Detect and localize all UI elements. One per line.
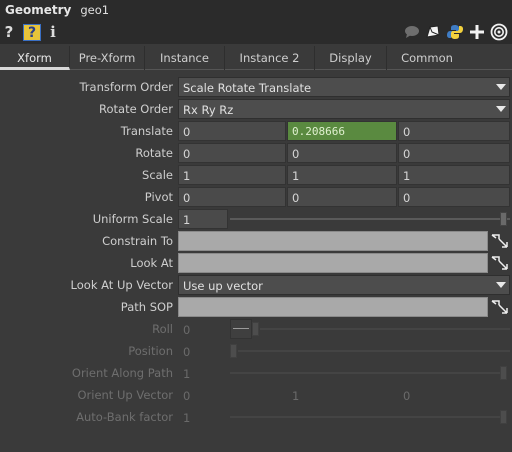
translate-y-field[interactable]: 0.208666	[287, 121, 397, 141]
transform-order-value: Scale Rotate Translate	[183, 81, 312, 95]
position-slider-handle[interactable]	[230, 344, 237, 358]
orient-along-path-field[interactable]: 1	[178, 363, 228, 383]
look-at-field[interactable]	[178, 253, 488, 273]
rotate-label: Rotate	[135, 146, 173, 160]
uniform-scale-slider[interactable]	[230, 218, 510, 220]
scale-y-field[interactable]: 1	[287, 165, 397, 185]
rotate-order-value: Rx Ry Rz	[183, 103, 234, 117]
operator-link-icon[interactable]	[490, 298, 510, 316]
constrain-to-field[interactable]	[178, 231, 488, 251]
uniform-scale-field[interactable]: 1	[178, 209, 228, 229]
rotate-z-field[interactable]: 0	[398, 143, 510, 163]
operator-help-icon[interactable]: ?	[23, 24, 41, 41]
param-look-at: Look At	[0, 252, 512, 274]
param-position: Position 0	[0, 340, 512, 362]
param-look-at-up-vector: Look At Up Vector Use up vector	[0, 274, 512, 296]
chevron-down-icon	[496, 106, 506, 112]
tab-pre-xform[interactable]: Pre-Xform	[70, 46, 145, 70]
toolbar: ? ? i	[0, 20, 512, 44]
auto-bank-factor-slider-handle[interactable]	[500, 410, 507, 424]
operator-link-icon[interactable]	[490, 254, 510, 272]
pivot-z-field[interactable]: 0	[398, 187, 510, 207]
orient-up-y-field[interactable]: 1	[287, 385, 397, 405]
rotate-order-menu[interactable]: Rx Ry Rz	[178, 99, 510, 119]
path-sop-field[interactable]	[178, 297, 488, 317]
pivot-label: Pivot	[144, 190, 173, 204]
rotate-y-field[interactable]: 0	[287, 143, 397, 163]
chevron-down-icon	[496, 84, 506, 90]
position-field[interactable]: 0	[178, 341, 228, 361]
orient-up-vector-label: Orient Up Vector	[77, 388, 173, 402]
operator-type: Geometry	[5, 3, 72, 17]
help-icon[interactable]: ?	[3, 23, 15, 41]
position-label: Position	[128, 344, 173, 358]
orient-along-path-slider-handle[interactable]	[500, 366, 507, 380]
param-rotate-order: Rotate Order Rx Ry Rz	[0, 98, 512, 120]
roll-slider[interactable]	[260, 328, 510, 330]
pivot-y-field[interactable]: 0	[287, 187, 397, 207]
target-icon[interactable]	[490, 23, 508, 41]
look-at-up-vector-menu[interactable]: Use up vector	[178, 275, 510, 295]
param-orient-along-path: Orient Along Path 1	[0, 362, 512, 384]
tab-xform[interactable]: Xform	[0, 46, 70, 70]
transform-order-label: Transform Order	[79, 80, 173, 94]
translate-label: Translate	[120, 124, 173, 138]
scale-z-field[interactable]: 1	[398, 165, 510, 185]
param-pivot: Pivot 0 0 0	[0, 186, 512, 208]
auto-bank-factor-label: Auto-Bank factor	[76, 410, 173, 424]
param-translate: Translate 0 0.208666 0	[0, 120, 512, 142]
param-roll: Roll 0	[0, 318, 512, 340]
python-icon[interactable]	[446, 23, 464, 41]
info-icon[interactable]: i	[48, 23, 58, 41]
auto-bank-factor-field[interactable]: 1	[178, 407, 228, 427]
scale-label: Scale	[142, 168, 173, 182]
tab-instance-2[interactable]: Instance 2	[225, 46, 315, 70]
look-at-up-vector-label: Look At Up Vector	[70, 278, 173, 292]
roll-field[interactable]: 0	[178, 319, 228, 339]
roll-slider-box	[230, 319, 252, 339]
uniform-scale-slider-handle[interactable]	[500, 212, 507, 226]
comment-icon[interactable]	[403, 23, 421, 41]
edit-icon[interactable]	[424, 23, 442, 41]
rotate-x-field[interactable]: 0	[178, 143, 286, 163]
pivot-x-field[interactable]: 0	[178, 187, 286, 207]
tab-display[interactable]: Display	[315, 46, 387, 70]
translate-z-field[interactable]: 0	[398, 121, 510, 141]
position-slider[interactable]	[238, 350, 510, 352]
param-constrain-to: Constrain To	[0, 230, 512, 252]
title-bar: Geometry geo1	[0, 0, 512, 20]
rotate-order-label: Rotate Order	[99, 102, 173, 116]
roll-slider-handle[interactable]	[252, 322, 259, 336]
uniform-scale-label: Uniform Scale	[92, 212, 173, 226]
param-scale: Scale 1 1 1	[0, 164, 512, 186]
param-uniform-scale: Uniform Scale 1	[0, 208, 512, 230]
param-path-sop: Path SOP	[0, 296, 512, 318]
param-rotate: Rotate 0 0 0	[0, 142, 512, 164]
scale-x-field[interactable]: 1	[178, 165, 286, 185]
roll-slider-marker	[233, 328, 249, 329]
look-at-label: Look At	[130, 256, 173, 270]
tab-instance[interactable]: Instance	[145, 46, 225, 70]
orient-along-path-label: Orient Along Path	[71, 366, 173, 380]
translate-x-field[interactable]: 0	[178, 121, 286, 141]
operator-name[interactable]: geo1	[80, 3, 109, 17]
look-at-up-vector-value: Use up vector	[183, 279, 263, 293]
param-transform-order: Transform Order Scale Rotate Translate	[0, 76, 512, 98]
transform-order-menu[interactable]: Scale Rotate Translate	[178, 77, 510, 97]
orient-along-path-slider[interactable]	[230, 372, 500, 374]
orient-up-z-field[interactable]: 0	[398, 385, 510, 405]
parameter-tabs: Xform Pre-Xform Instance Instance 2 Disp…	[0, 46, 512, 70]
operator-link-icon[interactable]	[490, 232, 510, 250]
path-sop-label: Path SOP	[120, 300, 173, 314]
auto-bank-factor-slider[interactable]	[230, 416, 500, 418]
constrain-to-label: Constrain To	[102, 234, 173, 248]
param-auto-bank-factor: Auto-Bank factor 1	[0, 406, 512, 428]
tab-common[interactable]: Common	[387, 46, 467, 70]
roll-label: Roll	[152, 322, 173, 336]
chevron-down-icon	[496, 282, 506, 288]
param-orient-up-vector: Orient Up Vector 0 1 0	[0, 384, 512, 406]
plus-icon[interactable]	[469, 23, 485, 41]
orient-up-x-field[interactable]: 0	[178, 385, 286, 405]
